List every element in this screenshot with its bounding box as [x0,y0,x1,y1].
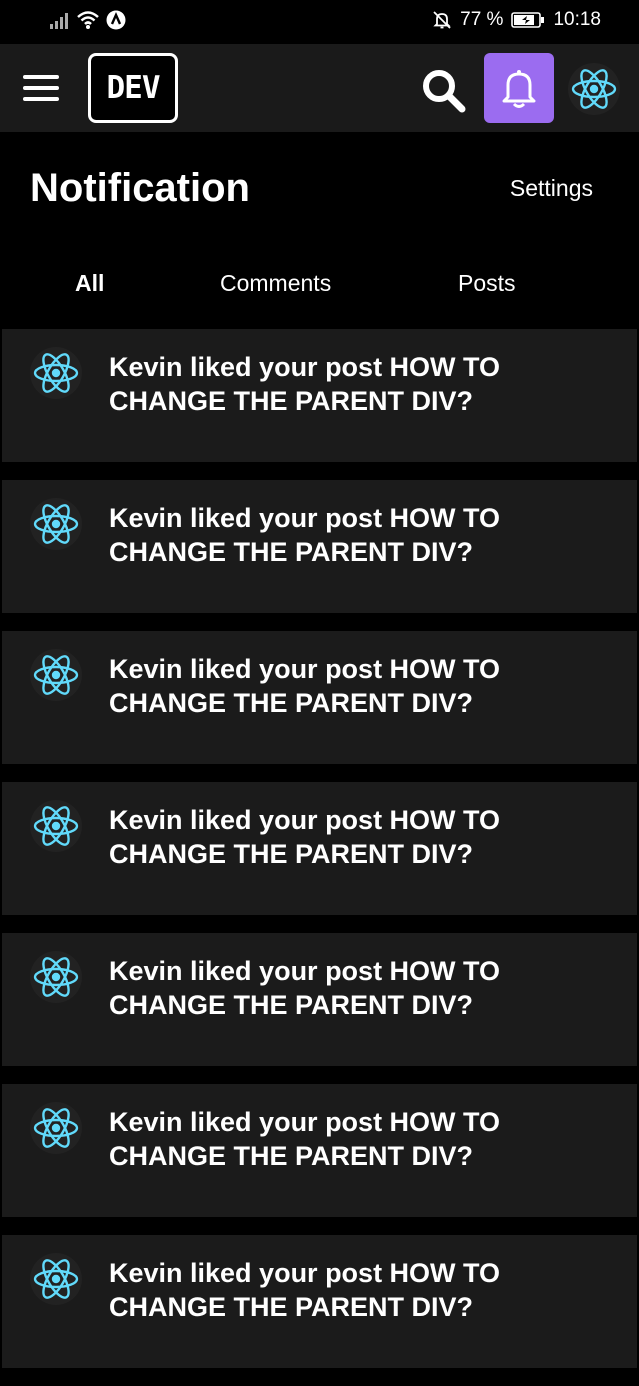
notification-text: Kevin liked your post HOW TO CHANGE THE … [109,654,501,718]
app-bar: DEV [0,44,639,132]
notification-tabs: All Comments Posts [0,270,639,306]
battery-icon [511,12,545,28]
tab-all[interactable]: All [75,270,104,297]
mute-bell-icon [433,11,451,29]
react-logo-icon [33,806,79,846]
menu-icon-bar [23,86,59,90]
notification-text: Kevin liked your post HOW TO CHANGE THE … [109,352,501,416]
tab-comments[interactable]: Comments [220,270,331,297]
battery-percent: 77 % [460,9,504,30]
notification-avatar [30,800,82,852]
menu-icon [23,75,59,79]
notification-text: Kevin liked your post HOW TO CHANGE THE … [109,805,501,869]
react-logo-icon [33,957,79,997]
notification-avatar [30,347,82,399]
notification-item[interactable]: Kevin liked your post HOW TO CHANGE THE … [2,782,637,915]
notification-avatar [30,1253,82,1305]
clock: 10:18 [553,9,601,30]
tab-posts[interactable]: Posts [458,270,516,297]
menu-icon-bar [23,97,59,101]
react-logo-icon [33,504,79,544]
search-button[interactable] [419,66,467,114]
settings-link[interactable]: Settings [510,175,593,202]
user-avatar[interactable] [568,63,620,115]
notification-text: Kevin liked your post HOW TO CHANGE THE … [109,1258,501,1322]
notification-item[interactable]: Kevin liked your post HOW TO CHANGE THE … [2,933,637,1066]
react-logo-icon [33,353,79,393]
notification-text: Kevin liked your post HOW TO CHANGE THE … [109,956,501,1020]
app-notification-icon [106,10,126,30]
signal-icon [50,13,68,29]
notification-item[interactable]: Kevin liked your post HOW TO CHANGE THE … [2,329,637,462]
react-logo-icon [33,1259,79,1299]
status-right-info: 77 % 10:18 [432,9,601,31]
notification-item[interactable]: Kevin liked your post HOW TO CHANGE THE … [2,480,637,613]
notification-avatar [30,1102,82,1154]
react-logo-icon [33,655,79,695]
search-icon [423,70,466,113]
bell-icon [502,70,536,108]
notification-item[interactable]: Kevin liked your post HOW TO CHANGE THE … [2,1084,637,1217]
wifi-icon [77,11,99,29]
status-bar: 77 % 10:18 [0,0,639,44]
notifications-button[interactable] [484,53,554,123]
notification-avatar [30,649,82,701]
notification-avatar [30,951,82,1003]
notification-item[interactable]: Kevin liked your post HOW TO CHANGE THE … [2,1235,637,1368]
notification-text: Kevin liked your post HOW TO CHANGE THE … [109,1107,501,1171]
react-logo-icon [33,1108,79,1148]
notification-item[interactable]: Kevin liked your post HOW TO CHANGE THE … [2,631,637,764]
notification-avatar [30,498,82,550]
dev-logo[interactable]: DEV [88,53,178,123]
status-left-icons [50,10,126,30]
page-title: Notification [30,166,250,210]
notification-list: Kevin liked your post HOW TO CHANGE THE … [2,329,637,1386]
notification-text: Kevin liked your post HOW TO CHANGE THE … [109,503,501,567]
react-logo-icon [571,69,617,109]
menu-button[interactable] [23,75,59,101]
